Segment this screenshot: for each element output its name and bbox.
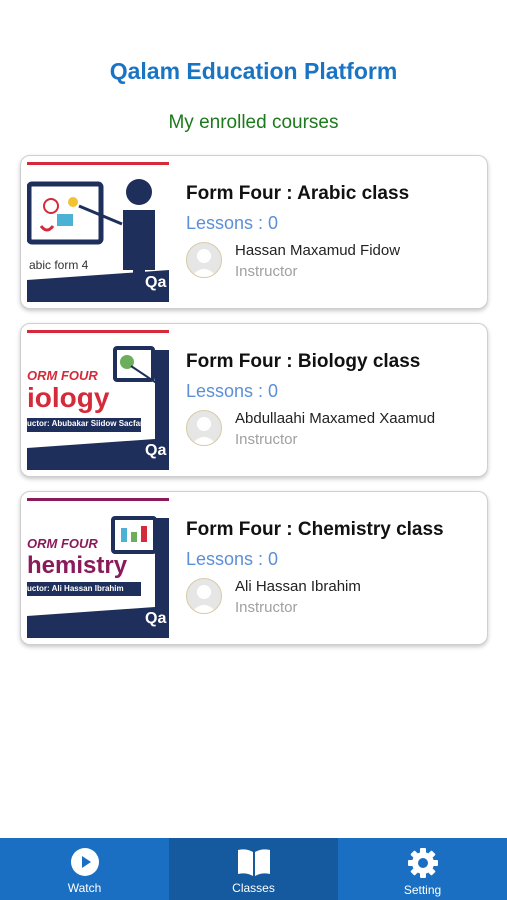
- thumbnail-form-label: ORM FOUR: [27, 536, 98, 551]
- instructor-role: Instructor: [235, 263, 298, 280]
- thumbnail-instructor: uctor: Abubakar Siidow Sacfar: [27, 419, 144, 428]
- nav-label-classes: Classes: [232, 881, 275, 895]
- course-thumbnail: ORM FOUR iology uctor: Abubakar Siidow S…: [27, 330, 169, 470]
- instructor-avatar: [186, 578, 222, 614]
- bottom-navigation: Watch Classes Setting: [0, 838, 507, 900]
- thumbnail-subject: hemistry: [27, 552, 128, 579]
- nav-item-setting[interactable]: Setting: [338, 838, 507, 900]
- thumbnail-brand: Qa: [145, 274, 167, 291]
- instructor-avatar: [186, 410, 222, 446]
- instructor-name: Hassan Maxamud Fidow: [235, 242, 401, 259]
- instructor-avatar: [186, 242, 222, 278]
- thumbnail-instructor: uctor: Ali Hassan Ibrahim: [27, 584, 124, 593]
- nav-item-classes[interactable]: Classes: [169, 838, 338, 900]
- thumbnail-brand: Qa: [145, 442, 167, 459]
- nav-label-watch: Watch: [67, 881, 102, 895]
- course-title[interactable]: Form Four : Biology class: [186, 351, 420, 373]
- course-thumbnail: ORM FOUR hemistry uctor: Ali Hassan Ibra…: [27, 498, 169, 638]
- nav-label-setting: Setting: [403, 883, 442, 897]
- lessons-count: Lessons : 0: [186, 549, 279, 569]
- instructor-name: Ali Hassan Ibrahim: [235, 578, 361, 595]
- book-icon: [237, 849, 270, 876]
- lessons-count: Lessons : 0: [186, 381, 279, 401]
- course-list: abic form 4 Qa Form Four : Arabic class …: [20, 155, 488, 659]
- user-icon: [191, 417, 217, 445]
- user-icon: [191, 585, 217, 613]
- course-card-biology[interactable]: ORM FOUR iology uctor: Abubakar Siidow S…: [20, 323, 488, 477]
- nav-item-watch[interactable]: Watch: [0, 838, 169, 900]
- course-card-chemistry[interactable]: ORM FOUR hemistry uctor: Ali Hassan Ibra…: [20, 491, 488, 645]
- app-title: Qalam Education Platform: [109, 58, 398, 84]
- thumbnail-caption: abic form 4: [29, 258, 89, 272]
- instructor-name: Abdullaahi Maxamed Xaamud: [235, 410, 436, 427]
- course-title[interactable]: Form Four : Arabic class: [186, 183, 409, 205]
- course-thumbnail: abic form 4 Qa: [27, 162, 169, 302]
- thumbnail-brand: Qa: [145, 610, 167, 627]
- course-card-arabic[interactable]: abic form 4 Qa Form Four : Arabic class …: [20, 155, 488, 309]
- instructor-role: Instructor: [235, 599, 298, 616]
- play-circle-icon: [70, 848, 99, 876]
- page-subtitle: My enrolled courses: [168, 112, 339, 133]
- thumbnail-subject: iology: [27, 382, 110, 413]
- user-icon: [191, 249, 217, 277]
- course-title[interactable]: Form Four : Chemistry class: [186, 519, 444, 541]
- thumbnail-form-label: ORM FOUR: [27, 368, 98, 383]
- instructor-role: Instructor: [235, 431, 298, 448]
- gear-icon: [407, 848, 438, 878]
- lessons-count: Lessons : 0: [186, 213, 279, 233]
